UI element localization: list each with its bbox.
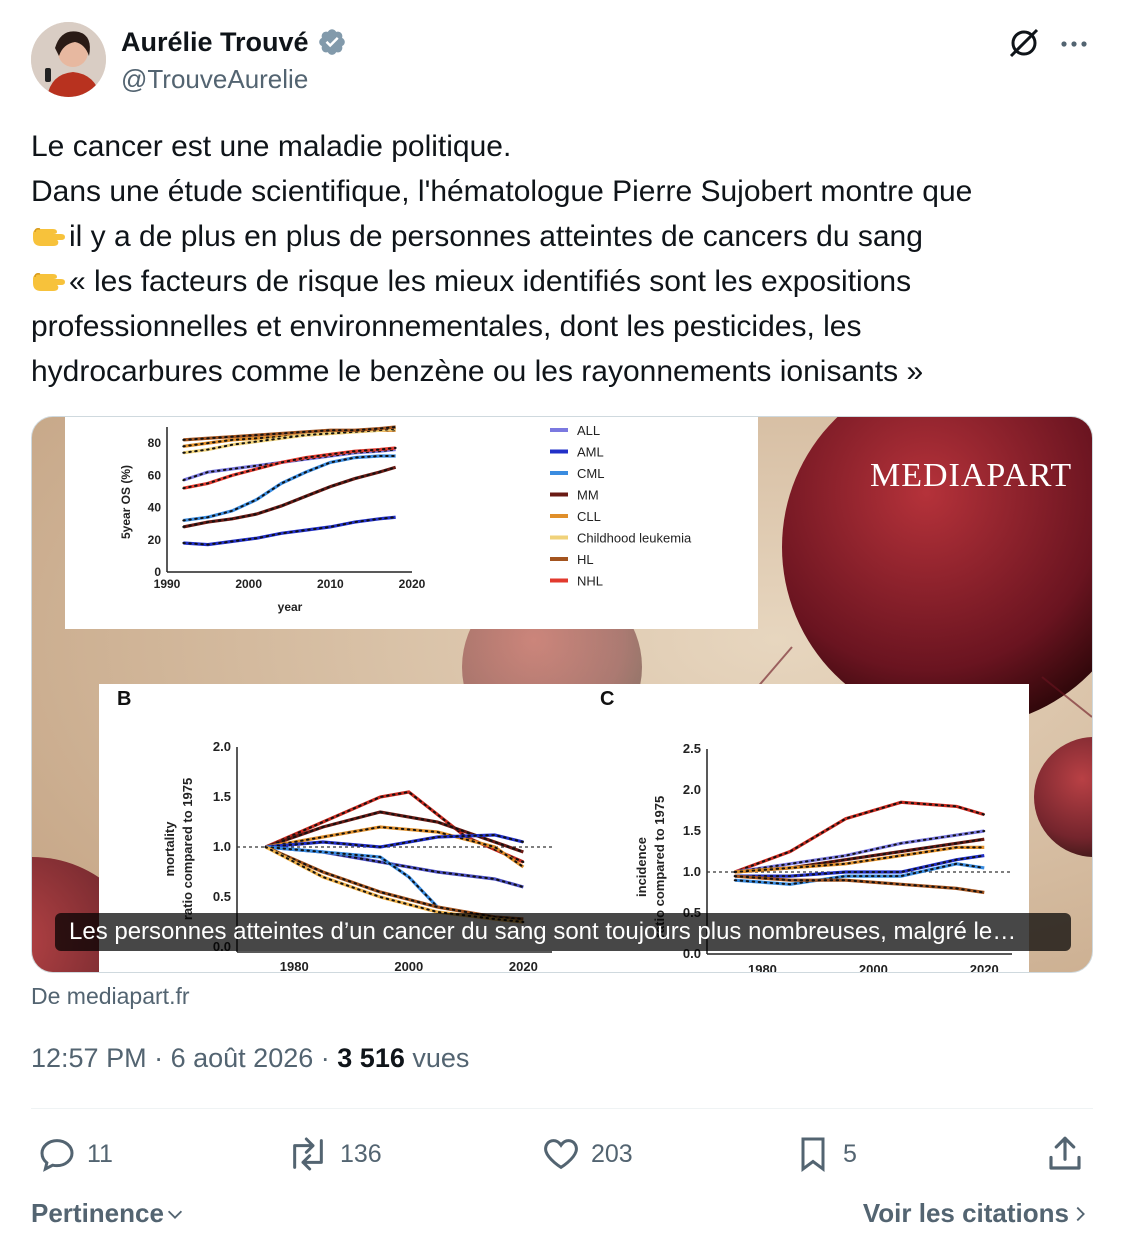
views-count: 3 516 bbox=[337, 1043, 405, 1073]
chevron-right-icon bbox=[1076, 1206, 1085, 1221]
bookmark-icon bbox=[801, 1137, 825, 1172]
heart-icon bbox=[544, 1139, 578, 1170]
meta-separator: · bbox=[154, 1043, 164, 1073]
y-tick-label: 60 bbox=[148, 468, 162, 482]
action-bar: 11 136 203 5 bbox=[31, 1130, 1093, 1178]
repost-button[interactable]: 136 bbox=[286, 1130, 382, 1178]
share-button[interactable] bbox=[1044, 1130, 1096, 1178]
view-quotes-label: Voir les citations bbox=[862, 1198, 1069, 1228]
x-tick-label: 1980 bbox=[748, 962, 777, 973]
y-tick-label: 80 bbox=[148, 436, 162, 450]
y-tick-label: 1.5 bbox=[683, 823, 701, 838]
divider bbox=[31, 1108, 1093, 1109]
tweet-line: il y a de plus en plus de personnes atte… bbox=[31, 214, 1093, 259]
y-tick-label: 2.5 bbox=[683, 741, 701, 756]
bookmark-count: 5 bbox=[843, 1139, 857, 1168]
x-tick-label: 2010 bbox=[317, 577, 344, 591]
card-image: 1990 2000 2010 2020 0 20 40 60 80 year 5year OS … bbox=[32, 417, 1092, 973]
panel-b-label: B bbox=[117, 688, 131, 710]
more-options-icon[interactable] bbox=[1057, 26, 1091, 60]
views-label: vues bbox=[412, 1043, 470, 1073]
pointing-hand-emoji-icon bbox=[33, 273, 65, 291]
panel-c-label: C bbox=[600, 688, 614, 710]
chevron-down-icon bbox=[167, 1210, 183, 1219]
legend-label: Childhood leukemia bbox=[577, 531, 692, 546]
tweet-line: Dans une étude scientifique, l'hématolog… bbox=[31, 175, 973, 208]
chart-c-ylabel-line1: incidence bbox=[634, 837, 649, 897]
repost-icon bbox=[293, 1137, 323, 1171]
like-count: 203 bbox=[591, 1139, 633, 1168]
like-button[interactable]: 203 bbox=[541, 1130, 633, 1178]
bookmark-button[interactable]: 5 bbox=[793, 1130, 857, 1178]
legend-label: HL bbox=[577, 552, 594, 567]
sort-label: Pertinence bbox=[31, 1198, 164, 1228]
x-tick-label: 2000 bbox=[235, 577, 262, 591]
x-tick-label: 2020 bbox=[399, 577, 426, 591]
legend-label: CLL bbox=[577, 509, 601, 524]
author-name[interactable]: Aurélie Trouvé bbox=[121, 27, 309, 58]
tweet-meta: 12:57 PM · 6 août 2026 · 3 516 vues bbox=[31, 1043, 469, 1074]
legend-label: ALL bbox=[577, 423, 600, 438]
x-tick-label: 1990 bbox=[154, 577, 181, 591]
chart-a-ylabel: 5year OS (%) bbox=[119, 465, 133, 539]
repost-count: 136 bbox=[340, 1139, 382, 1168]
x-tick-label: 1980 bbox=[280, 959, 309, 973]
author-name-row: Aurélie Trouvé bbox=[121, 26, 347, 58]
y-tick-label: 1.0 bbox=[683, 864, 701, 879]
meta-separator: · bbox=[320, 1043, 330, 1073]
tweet-line-text: « les facteurs de risque les mieux ident… bbox=[69, 265, 912, 298]
card-caption: Les personnes atteintes d’un cancer du s… bbox=[55, 913, 1071, 951]
y-tick-label: 2.0 bbox=[683, 782, 701, 797]
x-tick-label: 2000 bbox=[859, 962, 888, 973]
legend-label: NHL bbox=[577, 574, 603, 589]
author-handle[interactable]: @TrouveAurelie bbox=[121, 64, 308, 95]
y-tick-label: 2.0 bbox=[213, 739, 231, 754]
legend-label: AML bbox=[577, 445, 604, 460]
chart-a-xlabel: year bbox=[278, 600, 303, 614]
pointing-hand-emoji-icon bbox=[33, 228, 65, 246]
tweet-time[interactable]: 12:57 PM bbox=[31, 1043, 147, 1073]
y-tick-label: 0.5 bbox=[213, 889, 231, 904]
chart-b-ylabel-line1: mortality bbox=[162, 821, 177, 877]
y-tick-label: 1.5 bbox=[213, 789, 231, 804]
y-tick-label: 20 bbox=[148, 533, 162, 547]
tweet-line: hydrocarbures comme le benzène ou les ra… bbox=[31, 355, 924, 388]
x-tick-label: 2020 bbox=[509, 959, 538, 973]
mediapart-watermark: MEDIAPART bbox=[870, 457, 1073, 494]
x-tick-label: 2020 bbox=[970, 962, 999, 973]
tweet-line: « les facteurs de risque les mieux ident… bbox=[31, 259, 1093, 304]
chart-panel-a bbox=[65, 417, 758, 629]
reply-button[interactable]: 11 bbox=[37, 1130, 113, 1178]
tweet-line: professionnelles et environnementales, d… bbox=[31, 310, 862, 343]
x-tick-label: 2000 bbox=[394, 959, 423, 973]
legend-label: CML bbox=[577, 466, 604, 481]
tweet-text: Le cancer est une maladie politique. Dan… bbox=[31, 124, 1093, 394]
sort-dropdown[interactable]: Pertinence bbox=[31, 1198, 186, 1229]
link-card[interactable]: 1990 2000 2010 2020 0 20 40 60 80 year 5year OS … bbox=[31, 416, 1093, 973]
grok-icon[interactable] bbox=[1007, 26, 1041, 60]
y-tick-label: 40 bbox=[148, 501, 162, 515]
tweet-date[interactable]: 6 août 2026 bbox=[171, 1043, 314, 1073]
legend-label: MM bbox=[577, 488, 599, 503]
tweet-header: Aurélie Trouvé @TrouveAurelie bbox=[31, 22, 1093, 98]
tweet-line: Le cancer est une maladie politique. bbox=[31, 130, 512, 163]
card-source[interactable]: De mediapart.fr bbox=[31, 983, 190, 1010]
reply-icon bbox=[40, 1139, 74, 1172]
verified-badge-icon bbox=[318, 29, 345, 55]
view-quotes-link[interactable]: Voir les citations bbox=[863, 1198, 1091, 1229]
y-tick-label: 1.0 bbox=[213, 839, 231, 854]
y-tick-label: 0 bbox=[154, 565, 161, 579]
tweet-line-text: il y a de plus en plus de personnes atte… bbox=[69, 220, 923, 253]
share-icon bbox=[1049, 1136, 1081, 1170]
author-avatar[interactable] bbox=[31, 22, 106, 97]
reply-count: 11 bbox=[87, 1139, 113, 1168]
chart-b-ylabel-line2: ratio compared to 1975 bbox=[180, 778, 195, 920]
